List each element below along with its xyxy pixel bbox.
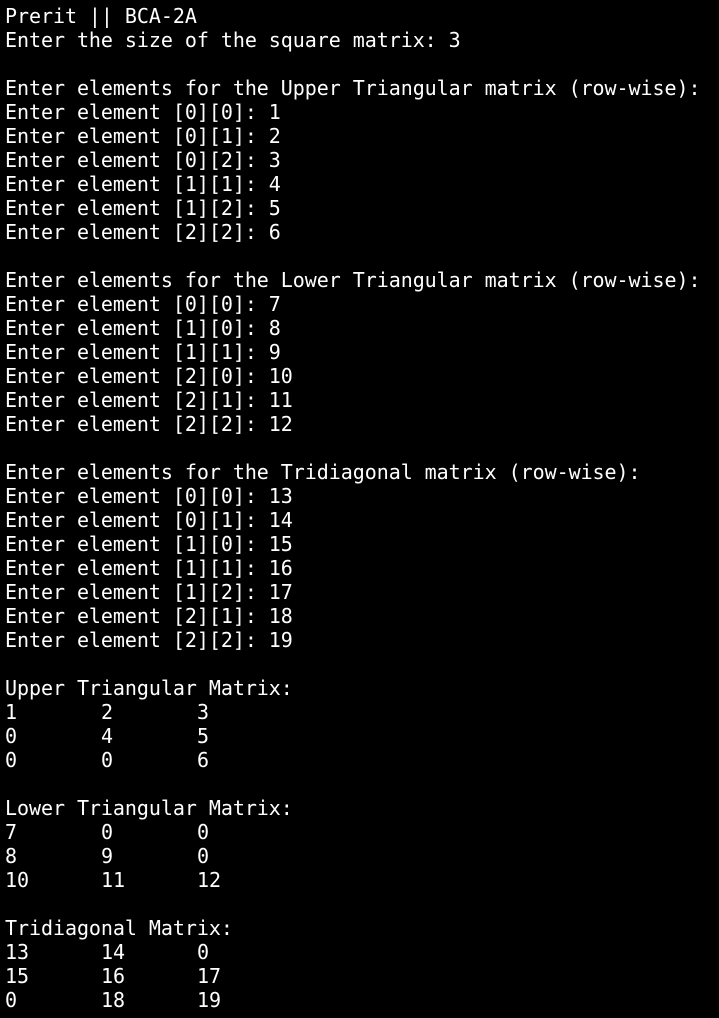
upper-input-line: Enter element [1][2]: 5 xyxy=(5,196,281,220)
lower-matrix-row: 8 9 0 xyxy=(5,844,717,868)
tridiagonal-input-heading: Enter elements for the Tridiagonal matri… xyxy=(5,460,641,484)
matrix-cell: 15 xyxy=(5,964,29,988)
matrix-cell: 8 xyxy=(5,844,17,868)
upper-matrix-row: 0 4 5 xyxy=(5,724,717,748)
lower-input-line: Enter element [1][1]: 9 xyxy=(5,340,281,364)
matrix-cell: 14 xyxy=(101,940,125,964)
matrix-cell: 5 xyxy=(197,724,209,748)
matrix-cell: 19 xyxy=(197,988,221,1012)
matrix-cell: 7 xyxy=(5,820,17,844)
tridiagonal-input-line: Enter element [0][0]: 13 xyxy=(5,484,293,508)
matrix-cell: 0 xyxy=(197,820,209,844)
matrix-cell: 0 xyxy=(5,748,17,772)
upper-input-line: Enter element [0][2]: 3 xyxy=(5,148,281,172)
lower-matrix-heading: Lower Triangular Matrix: xyxy=(5,796,293,820)
lower-input-line: Enter element [2][2]: 12 xyxy=(5,412,293,436)
size-prompt: Enter the size of the square matrix: 3 xyxy=(5,28,461,52)
upper-matrix-row: 1 2 3 xyxy=(5,700,717,724)
matrix-cell: 2 xyxy=(101,700,113,724)
upper-input-line: Enter element [0][0]: 1 xyxy=(5,100,281,124)
matrix-cell: 13 xyxy=(5,940,29,964)
upper-matrix-heading: Upper Triangular Matrix: xyxy=(5,676,293,700)
matrix-cell: 17 xyxy=(197,964,221,988)
lower-input-line: Enter element [2][0]: 10 xyxy=(5,364,293,388)
upper-input-line: Enter element [1][1]: 4 xyxy=(5,172,281,196)
tridiagonal-input-line: Enter element [2][2]: 19 xyxy=(5,628,293,652)
lower-input-heading: Enter elements for the Lower Triangular … xyxy=(5,268,701,292)
matrix-cell: 0 xyxy=(101,820,113,844)
matrix-cell: 18 xyxy=(101,988,125,1012)
tridiagonal-matrix-row: 13 14 0 xyxy=(5,940,717,964)
upper-matrix-row: 0 0 6 xyxy=(5,748,717,772)
tridiagonal-matrix-row: 0 18 19 xyxy=(5,988,717,1012)
upper-input-line: Enter element [0][1]: 2 xyxy=(5,124,281,148)
matrix-cell: 0 xyxy=(101,748,113,772)
matrix-cell: 6 xyxy=(197,748,209,772)
matrix-cell: 1 xyxy=(5,700,17,724)
upper-input-heading: Enter elements for the Upper Triangular … xyxy=(5,76,701,100)
matrix-cell: 0 xyxy=(5,724,17,748)
tridiagonal-input-line: Enter element [1][1]: 16 xyxy=(5,556,293,580)
lower-matrix-row: 10 11 12 xyxy=(5,868,717,892)
matrix-cell: 3 xyxy=(197,700,209,724)
matrix-cell: 4 xyxy=(101,724,113,748)
matrix-cell: 9 xyxy=(101,844,113,868)
tridiagonal-input-line: Enter element [1][2]: 17 xyxy=(5,580,293,604)
lower-input-line: Enter element [2][1]: 11 xyxy=(5,388,293,412)
matrix-cell: 12 xyxy=(197,868,221,892)
matrix-cell: 16 xyxy=(101,964,125,988)
matrix-cell: 0 xyxy=(197,844,209,868)
upper-input-line: Enter element [2][2]: 6 xyxy=(5,220,281,244)
terminal-output[interactable]: Prerit || BCA-2A Enter the size of the s… xyxy=(5,4,717,1012)
lower-matrix-row: 7 0 0 xyxy=(5,820,717,844)
lower-input-line: Enter element [0][0]: 7 xyxy=(5,292,281,316)
matrix-cell: 11 xyxy=(101,868,125,892)
lower-input-line: Enter element [1][0]: 8 xyxy=(5,316,281,340)
tridiagonal-input-line: Enter element [1][0]: 15 xyxy=(5,532,293,556)
tridiagonal-matrix-row: 15 16 17 xyxy=(5,964,717,988)
program-header: Prerit || BCA-2A xyxy=(5,4,197,28)
matrix-cell: 10 xyxy=(5,868,29,892)
tridiagonal-input-line: Enter element [0][1]: 14 xyxy=(5,508,293,532)
tridiagonal-matrix-heading: Tridiagonal Matrix: xyxy=(5,916,233,940)
matrix-cell: 0 xyxy=(5,988,17,1012)
tridiagonal-input-line: Enter element [2][1]: 18 xyxy=(5,604,293,628)
matrix-cell: 0 xyxy=(197,940,209,964)
